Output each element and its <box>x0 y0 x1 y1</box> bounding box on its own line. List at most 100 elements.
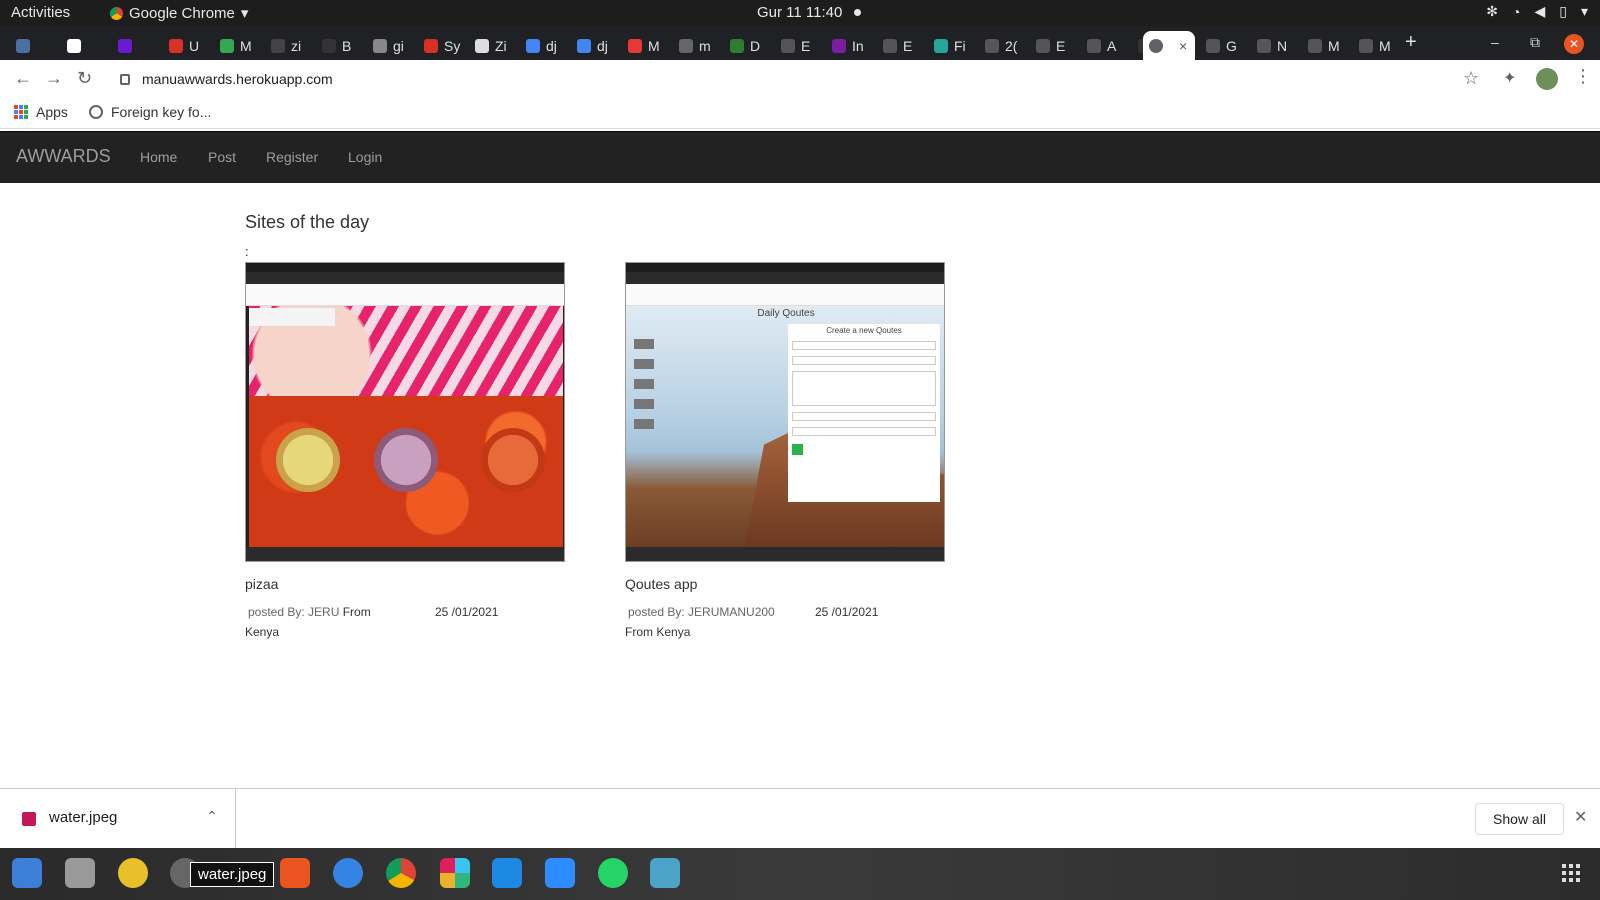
system-monitor-icon[interactable] <box>650 858 680 888</box>
site-brand[interactable]: AWWARDS <box>16 146 111 167</box>
tab-favicon-icon <box>985 38 999 53</box>
bookmark-apps[interactable]: Apps <box>14 104 68 120</box>
tab-favicon-icon <box>424 38 438 53</box>
tab-label: m <box>699 37 711 54</box>
browser-tab[interactable]: Sy <box>418 31 469 60</box>
slack-icon[interactable] <box>440 858 470 888</box>
site-screenshot[interactable] <box>245 262 565 562</box>
browser-tab[interactable]: dj <box>571 31 622 60</box>
close-download-bar-icon[interactable]: ✕ <box>1574 807 1587 827</box>
tab-label: U <box>189 37 200 54</box>
browser-tab[interactable] <box>112 31 163 60</box>
page-heading: Sites of the day <box>245 212 370 232</box>
browser-tab[interactable]: E <box>1030 31 1081 60</box>
extensions-icon[interactable]: ✦ <box>1503 68 1516 88</box>
system-tray[interactable]: ✻ ◔ ◀ ▯ ▾ <box>1486 3 1588 20</box>
tab-label: D <box>750 37 761 54</box>
browser-tab[interactable]: zi <box>265 31 316 60</box>
browser-tab[interactable]: U <box>163 31 214 60</box>
download-item[interactable]: water.jpeg ⌃ <box>0 789 236 849</box>
browser-tab[interactable]: 2( <box>979 31 1030 60</box>
browser-tab[interactable]: E <box>775 31 826 60</box>
globe-icon <box>89 105 103 119</box>
close-window-icon[interactable]: ✕ <box>1564 34 1584 54</box>
whatsapp-icon[interactable] <box>598 858 628 888</box>
site-card-pizaa[interactable]: pizaa posted By: JERU From 25 /01/2021 K… <box>245 262 565 642</box>
active-browser-tab[interactable]: × <box>1143 31 1195 60</box>
tab-label: M <box>1379 37 1391 54</box>
help-icon[interactable] <box>333 858 363 888</box>
tab-label: A <box>1107 37 1117 54</box>
chrome-menu-icon[interactable]: ⋮ <box>1574 66 1592 87</box>
browser-tab[interactable]: gi <box>367 31 418 60</box>
tab-label: G <box>1226 37 1237 54</box>
tab-label: N <box>1277 37 1288 54</box>
site-card-qoutes-app[interactable]: Daily Qoutes Create a new Qoutes Qoutes … <box>625 262 945 642</box>
post-date: 25 /01/2021 <box>435 605 499 619</box>
reload-icon[interactable]: ↻ <box>77 68 92 89</box>
nav-home[interactable]: Home <box>140 149 177 165</box>
browser-tab[interactable]: In <box>826 31 877 60</box>
address-bar[interactable]: manuawwards.herokuapp.com <box>110 64 1485 94</box>
chrome-dock-icon[interactable] <box>386 858 416 888</box>
activities-button[interactable]: Activities <box>11 4 70 21</box>
separator-colon: : <box>245 244 249 259</box>
browser-tab[interactable] <box>10 31 61 60</box>
image-file-icon <box>22 812 36 826</box>
vscode-icon[interactable] <box>492 858 522 888</box>
tab-favicon-icon <box>730 38 744 53</box>
site-title[interactable]: pizaa <box>245 576 565 592</box>
minimize-icon[interactable]: – <box>1491 34 1499 50</box>
download-filename: water.jpeg <box>49 809 118 826</box>
browser-tab[interactable]: dj <box>520 31 571 60</box>
tab-strip: + – ⧉ ✕ UMziBgiSyZidjdjMmDEInEFi2(EAje×G… <box>0 26 1600 60</box>
browser-tab[interactable]: M <box>1353 31 1404 60</box>
browser-tab[interactable]: Fi <box>928 31 979 60</box>
country: Kenya <box>656 625 691 639</box>
lock-icon <box>120 73 130 85</box>
browser-tab[interactable]: m <box>673 31 724 60</box>
browser-tab[interactable]: E <box>877 31 928 60</box>
app-menu[interactable]: Google Chrome ▾ <box>110 4 248 22</box>
tab-label: Sy <box>444 37 461 54</box>
browser-tab[interactable] <box>61 31 112 60</box>
show-applications-icon[interactable] <box>1562 864 1580 882</box>
document-viewer-icon[interactable] <box>12 858 42 888</box>
chevron-up-icon[interactable]: ⌃ <box>206 808 218 825</box>
show-all-button[interactable]: Show all <box>1475 803 1564 835</box>
browser-tab[interactable]: B <box>316 31 367 60</box>
site-title[interactable]: Qoutes app <box>625 576 945 592</box>
browser-tab[interactable]: Zi <box>469 31 520 60</box>
zoom-icon[interactable] <box>545 858 575 888</box>
bookmark-foreign-key[interactable]: Foreign key fo... <box>89 104 211 120</box>
tab-favicon-icon <box>1036 38 1050 53</box>
forward-icon[interactable]: → <box>45 68 63 89</box>
browser-tab[interactable]: G <box>1200 31 1251 60</box>
profile-avatar[interactable] <box>1536 68 1558 90</box>
browser-tab[interactable]: M <box>1302 31 1353 60</box>
rhythmbox-icon[interactable] <box>118 858 148 888</box>
site-screenshot[interactable]: Daily Qoutes Create a new Qoutes <box>625 262 945 562</box>
close-tab-icon[interactable]: × <box>1179 38 1187 54</box>
tab-label: gi <box>393 37 404 54</box>
maximize-icon[interactable]: ⧉ <box>1530 34 1540 51</box>
software-store-icon[interactable] <box>280 858 310 888</box>
nav-register[interactable]: Register <box>266 149 318 165</box>
clock[interactable]: Gur 11 11:40 <box>757 4 862 21</box>
browser-tab[interactable]: A <box>1081 31 1132 60</box>
nav-post[interactable]: Post <box>208 149 236 165</box>
tab-favicon-icon <box>883 38 897 53</box>
browser-tab[interactable]: M <box>622 31 673 60</box>
bookmark-star-icon[interactable]: ☆ <box>1463 68 1479 89</box>
tab-label: M <box>1328 37 1340 54</box>
back-icon[interactable]: ← <box>14 68 32 89</box>
files-icon[interactable] <box>65 858 95 888</box>
site-meta: posted By: JERUMANU200 25 /01/2021 From … <box>625 602 945 642</box>
tab-label: dj <box>546 37 557 54</box>
browser-tab[interactable]: D <box>724 31 775 60</box>
tab-favicon-icon <box>679 38 693 53</box>
nav-login[interactable]: Login <box>348 149 382 165</box>
browser-tab[interactable]: M <box>214 31 265 60</box>
new-tab-button[interactable]: + <box>1405 31 1417 54</box>
browser-tab[interactable]: N <box>1251 31 1302 60</box>
